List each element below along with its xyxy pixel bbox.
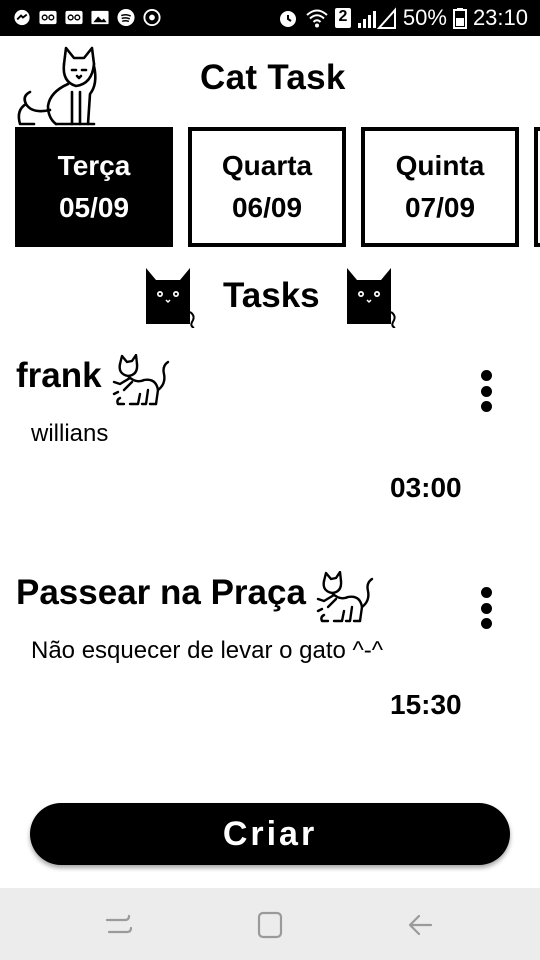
day-card-next[interactable] <box>534 127 540 247</box>
menu-dot <box>480 618 492 629</box>
day-card-quarta[interactable]: Quarta 06/09 <box>188 127 346 247</box>
recent-apps-icon[interactable] <box>99 908 139 942</box>
battery-percent: 50% <box>402 5 447 30</box>
battery-icon <box>452 8 467 29</box>
task-menu-button[interactable] <box>470 366 502 416</box>
cat-logo-icon <box>17 46 97 126</box>
menu-dot <box>480 587 492 598</box>
image-icon <box>91 10 109 25</box>
menu-dot <box>480 602 492 614</box>
playing-cat-icon <box>316 571 374 623</box>
navigation-bar <box>0 888 540 960</box>
app-title: Cat Task <box>200 58 346 97</box>
task-title: frank <box>16 356 102 395</box>
task-menu-button[interactable] <box>470 583 502 633</box>
sync-icon <box>143 8 161 27</box>
task-title: Passear na Praça <box>16 573 306 612</box>
wifi-icon <box>306 9 328 28</box>
menu-dot <box>480 385 492 397</box>
day-date: 07/09 <box>404 192 476 223</box>
home-icon[interactable] <box>250 908 290 942</box>
spotify-icon <box>117 8 135 27</box>
playing-cat-icon <box>112 354 170 406</box>
black-cat-icon <box>347 268 396 328</box>
menu-dot <box>480 370 492 381</box>
task-description: willians <box>31 420 109 447</box>
sim-badge: 2 <box>334 8 351 28</box>
clock: 23:10 <box>472 5 528 30</box>
task-item[interactable]: frank willians 03:00 <box>0 354 540 516</box>
menu-dot <box>480 401 492 412</box>
day-date: 05/09 <box>58 192 130 223</box>
tasks-title: Tasks <box>223 276 320 315</box>
task-time: 15:30 <box>390 689 462 720</box>
day-name: Terça <box>57 150 131 181</box>
task-time: 03:00 <box>390 472 462 503</box>
voicemail-icon <box>39 10 57 25</box>
create-button[interactable]: Criar <box>30 803 510 865</box>
voicemail-icon <box>65 10 83 25</box>
alarm-icon <box>279 11 296 27</box>
day-card-terca[interactable]: Terça 05/09 <box>15 127 173 247</box>
day-name: Quinta <box>395 150 485 181</box>
tasks-heading: Tasks <box>0 262 540 332</box>
black-cat-icon <box>146 268 195 328</box>
messenger-icon <box>14 9 30 26</box>
day-name: Quarta <box>221 150 313 181</box>
back-icon[interactable] <box>401 908 441 942</box>
day-selector[interactable]: Terça 05/09 Quarta 06/09 Quinta 07/09 <box>0 127 540 247</box>
status-bar: 2 50% 23:10 <box>0 0 540 36</box>
signal-icon <box>357 7 396 29</box>
day-card-quinta[interactable]: Quinta 07/09 <box>361 127 519 247</box>
task-description: Não esquecer de levar o gato ^-^ <box>31 637 384 664</box>
day-date: 06/09 <box>231 192 303 223</box>
task-item[interactable]: Passear na Praça Não esquecer de levar o… <box>0 571 540 733</box>
